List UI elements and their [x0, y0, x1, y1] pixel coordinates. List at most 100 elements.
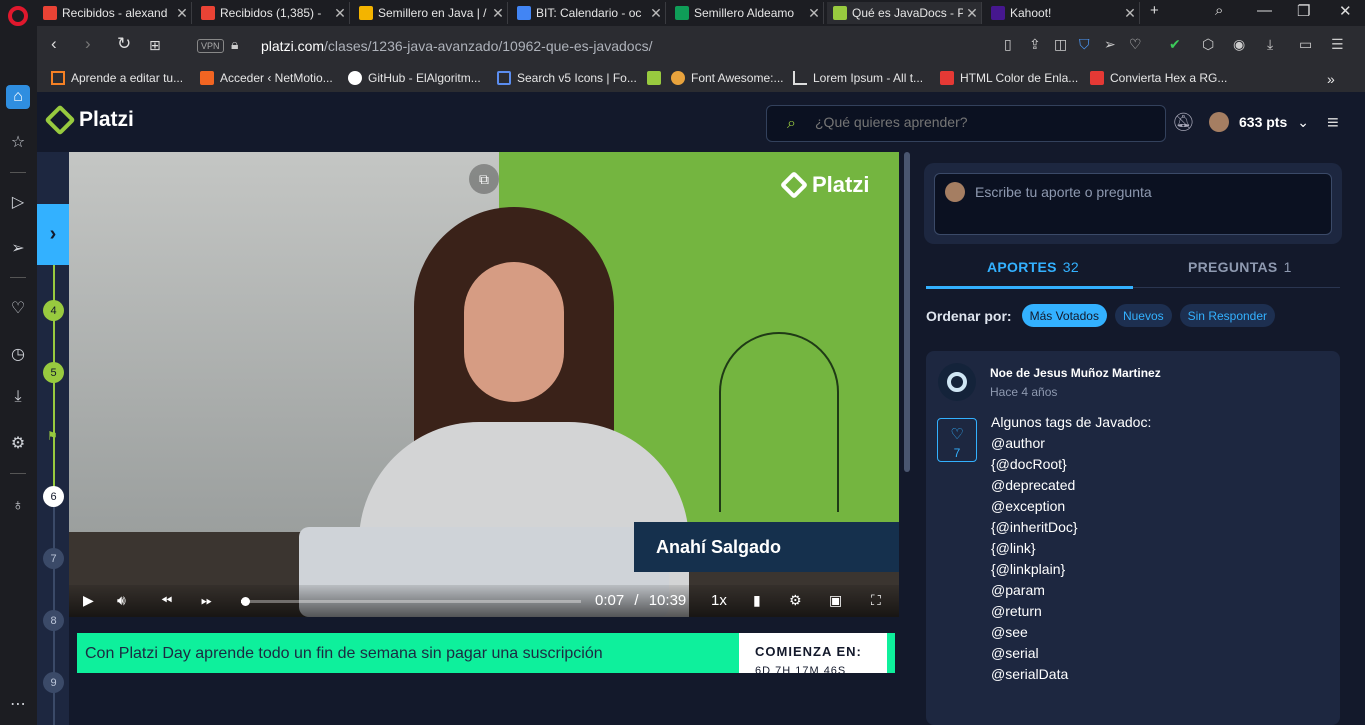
menu-icon[interactable]: ≡	[1327, 112, 1339, 135]
picture-in-picture-icon[interactable]: ⧉	[469, 164, 499, 194]
class-step[interactable]: 4	[43, 300, 64, 321]
ask-input[interactable]: Escribe tu aporte o pregunta	[934, 173, 1332, 235]
notifications-muted-icon[interactable]: 🔕︎	[1172, 112, 1195, 133]
bookmark[interactable]: HTML Color de Enla...	[940, 71, 1078, 85]
battery-icon[interactable]: ▭	[1299, 36, 1312, 53]
heart-icon[interactable]: ♡	[1129, 36, 1142, 53]
drive-icon	[359, 6, 373, 20]
speed-button[interactable]: 1x	[711, 592, 727, 609]
window-close-icon[interactable]: ✕	[1339, 2, 1352, 20]
play-icon[interactable]: ▶	[83, 592, 94, 609]
browser-tab[interactable]: Semillero Aldeamo ✕	[669, 2, 824, 24]
search-box[interactable]: ⌕	[766, 105, 1166, 142]
close-icon[interactable]: ✕	[331, 5, 349, 22]
promo-countdown[interactable]: COMIENZA EN: 6D 7H 17M 46S	[739, 633, 887, 673]
sort-most-voted[interactable]: Más Votados	[1021, 304, 1107, 327]
post-line: @return	[991, 603, 1042, 619]
like-button[interactable]: ♡ 7	[937, 418, 977, 462]
camera-icon[interactable]: ◫	[1054, 36, 1067, 53]
lock-icon[interactable]: 🔒︎	[231, 36, 238, 53]
downloads-icon[interactable]: ⤓	[6, 385, 30, 409]
shield-icon[interactable]: ⛉	[1079, 36, 1090, 53]
class-step[interactable]: 8	[43, 610, 64, 631]
reload-icon[interactable]: ↻	[117, 34, 131, 54]
bookmark[interactable]: Font Awesome:...	[671, 71, 784, 85]
minimize-icon[interactable]: —	[1257, 2, 1272, 19]
browser-tab[interactable]: Recibidos (1,385) - ✕	[195, 2, 350, 24]
bookmark[interactable]: Convierta Hex a RG...	[1090, 71, 1227, 85]
bookmark[interactable]	[647, 71, 667, 85]
check-extension-icon[interactable]: ✔	[1169, 36, 1181, 53]
vpn-badge[interactable]: VPN	[197, 39, 224, 53]
class-step-current[interactable]: 6	[43, 486, 64, 507]
send-icon[interactable]: ➢	[6, 236, 30, 260]
more-icon[interactable]: ⋯	[6, 692, 30, 716]
avatar[interactable]	[938, 363, 976, 401]
cube-icon[interactable]: ⬡	[1202, 36, 1214, 53]
bookmark[interactable]: Acceder ‹ NetMotio...	[200, 71, 333, 85]
class-step[interactable]: 5	[43, 362, 64, 383]
download-icon[interactable]: ⤓	[1267, 36, 1273, 53]
browser-tab-active[interactable]: Qué es JavaDocs - P ✕	[827, 2, 982, 24]
history-icon[interactable]: ◷	[6, 342, 30, 366]
bookmark-icon[interactable]: ▮	[753, 592, 761, 609]
video-progress-bar[interactable]	[240, 597, 581, 606]
video-player[interactable]: ⧉ Platzi Anahí Salgado ▶ 🔊︎ ⏪︎ ⏩︎ 0:07 /…	[69, 152, 899, 617]
search-tabs-icon[interactable]: ⌕	[1215, 2, 1223, 19]
rewind-icon[interactable]: ⏪︎	[161, 592, 172, 609]
back-icon[interactable]: ‹	[51, 34, 57, 54]
profile-icon[interactable]: ◉	[1233, 36, 1245, 53]
close-icon[interactable]: ✕	[805, 5, 823, 22]
easy-setup-icon[interactable]: ☰	[1331, 36, 1344, 53]
tabs-grid-icon[interactable]: ⊞	[149, 37, 161, 54]
tab-preguntas[interactable]: PREGUNTAS 1	[1188, 259, 1292, 275]
send-icon[interactable]: ➢	[1104, 36, 1116, 53]
restore-icon[interactable]: ❐	[1297, 2, 1310, 20]
bookmark[interactable]: GitHub - ElAlgoritm...	[348, 71, 481, 85]
forward-icon[interactable]: ⏩︎	[201, 592, 212, 609]
home-icon[interactable]: ⌂	[6, 85, 30, 109]
settings-icon[interactable]: ⚙	[789, 592, 802, 609]
promo-text: Con Platzi Day aprende todo un fin de se…	[85, 645, 603, 662]
star-icon[interactable]: ☆	[6, 130, 30, 154]
new-tab-icon[interactable]: +	[1150, 2, 1159, 19]
close-icon[interactable]: ✕	[647, 5, 665, 22]
search-input[interactable]	[815, 114, 1145, 130]
heart-icon[interactable]: ♡	[6, 296, 30, 320]
opera-logo-icon[interactable]	[8, 6, 28, 26]
forward-icon[interactable]: ›	[85, 34, 91, 54]
close-icon[interactable]: ✕	[1121, 5, 1139, 22]
browser-tab[interactable]: Kahoot! ✕	[985, 2, 1140, 24]
close-icon[interactable]: ✕	[963, 5, 981, 22]
reader-icon[interactable]: ▯	[1004, 36, 1012, 53]
lightbulb-icon[interactable]: ♁	[6, 494, 30, 518]
share-icon[interactable]: ⇪	[1029, 36, 1041, 53]
progress-knob[interactable]	[240, 597, 250, 606]
author-name[interactable]: Noe de Jesus Muñoz Martinez	[990, 366, 1161, 380]
bookmark[interactable]: Search v5 Icons | Fo...	[497, 71, 637, 85]
url-text: platzi.com/clases/1236-java-avanzado/109…	[261, 38, 652, 54]
class-step[interactable]: 7	[43, 548, 64, 569]
tab-aportes[interactable]: APORTES 32	[987, 259, 1079, 275]
browser-tab[interactable]: BIT: Calendario - oc ✕	[511, 2, 666, 24]
sort-new[interactable]: Nuevos	[1114, 304, 1172, 327]
sort-unanswered[interactable]: Sin Responder	[1179, 304, 1276, 327]
miniplayer-icon[interactable]: ▣	[829, 592, 842, 609]
browser-tab[interactable]: Recibidos - alexand ✕	[37, 2, 192, 24]
url-field[interactable]: VPN 🔒︎ platzi.com/clases/1236-java-avanz…	[197, 32, 977, 60]
class-step[interactable]: 9	[43, 672, 64, 693]
volume-icon[interactable]: 🔊︎	[117, 592, 126, 609]
user-menu[interactable]: 633 pts ⌄	[1209, 112, 1309, 132]
player-icon[interactable]: ▷	[6, 190, 30, 214]
fullscreen-icon[interactable]: ⛶	[871, 592, 881, 609]
promo-banner[interactable]: Con Platzi Day aprende todo un fin de se…	[77, 633, 895, 673]
chevron-right-icon[interactable]: ›	[37, 204, 69, 265]
more-bookmarks-icon[interactable]: »	[1327, 71, 1335, 87]
bookmark[interactable]: Lorem Ipsum - All t...	[793, 71, 923, 85]
settings-icon[interactable]: ⚙	[6, 431, 30, 455]
bookmark[interactable]: Aprende a editar tu...	[51, 71, 183, 85]
platzi-logo[interactable]: Platzi	[44, 104, 134, 136]
close-icon[interactable]: ✕	[173, 5, 191, 22]
browser-tab[interactable]: Semillero en Java | / ✕	[353, 2, 508, 24]
close-icon[interactable]: ✕	[489, 5, 507, 22]
